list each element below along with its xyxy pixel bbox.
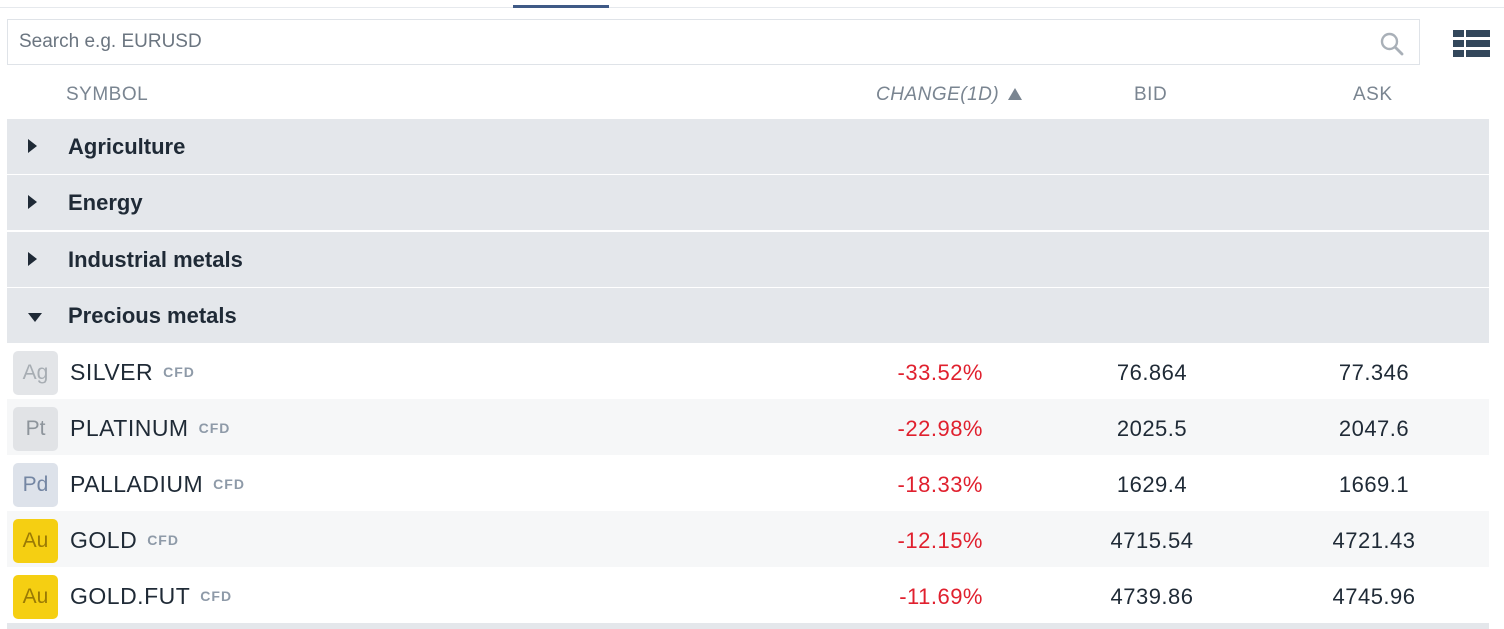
- symbol-name: GOLD.FUT CFD: [70, 583, 232, 610]
- instrument-row-palladium[interactable]: Pd PALLADIUM CFD -18.33% 1629.4 1669.1: [7, 455, 1489, 511]
- symbol-badge: Pd: [13, 463, 58, 507]
- search-input[interactable]: [19, 20, 1359, 64]
- symbol-badge: Au: [13, 575, 58, 619]
- group-label: Agriculture: [68, 134, 186, 159]
- search-icon[interactable]: [1379, 31, 1405, 57]
- symbol-badge: Au: [13, 519, 58, 563]
- group-row-energy[interactable]: Energy: [7, 175, 1489, 230]
- change-value: -33.52%: [897, 360, 983, 385]
- instrument-row-gold-fut[interactable]: Au GOLD.FUT CFD -11.69% 4739.86 4745.96: [7, 567, 1489, 623]
- change-value: -18.33%: [897, 472, 983, 497]
- instrument-row-platinum[interactable]: Pt PLATINUM CFD -22.98% 2025.5 2047.6: [7, 399, 1489, 455]
- column-header-bid[interactable]: BID: [1134, 84, 1167, 106]
- ask-price[interactable]: 77.346: [1274, 360, 1474, 386]
- instrument-type-tag: CFD: [200, 588, 233, 604]
- symbol-label: GOLD: [70, 527, 138, 553]
- change-value: -12.15%: [897, 528, 983, 553]
- chevron-down-icon: [28, 313, 42, 322]
- search-box[interactable]: [7, 19, 1420, 65]
- ask-price[interactable]: 2047.6: [1274, 416, 1474, 442]
- group-row-precious-metals[interactable]: Precious metals: [7, 288, 1489, 343]
- group-row-industrial-metals[interactable]: Industrial metals: [7, 232, 1489, 287]
- symbol-label: SILVER: [70, 359, 154, 385]
- symbol-label: PALLADIUM: [70, 471, 204, 497]
- change-value: -11.69%: [899, 584, 983, 609]
- grid-view-icon[interactable]: [1453, 30, 1490, 57]
- active-tab-indicator: [513, 5, 609, 8]
- instrument-row-silver[interactable]: Ag SILVER CFD -33.52% 76.864 77.346: [7, 343, 1489, 399]
- symbol-name: PLATINUM CFD: [70, 415, 230, 442]
- symbol-name: SILVER CFD: [70, 359, 195, 386]
- top-divider: [0, 7, 1504, 8]
- sort-up-icon[interactable]: [1008, 88, 1022, 100]
- instrument-type-tag: CFD: [163, 364, 195, 380]
- next-group-row-edge: [7, 623, 1489, 629]
- bid-price[interactable]: 1629.4: [1052, 472, 1252, 498]
- bid-price[interactable]: 4715.54: [1052, 528, 1252, 554]
- symbol-name: GOLD CFD: [70, 527, 179, 554]
- chevron-right-icon: [28, 195, 37, 209]
- instrument-type-tag: CFD: [147, 532, 179, 548]
- symbol-name: PALLADIUM CFD: [70, 471, 245, 498]
- instrument-type-tag: CFD: [213, 476, 245, 492]
- bid-price[interactable]: 2025.5: [1052, 416, 1252, 442]
- change-value: -22.98%: [897, 416, 983, 441]
- group-label: Industrial metals: [68, 247, 243, 272]
- ask-price[interactable]: 4745.96: [1274, 584, 1474, 610]
- symbol-badge: Ag: [13, 351, 58, 395]
- group-label: Precious metals: [68, 303, 237, 328]
- symbol-label: GOLD.FUT: [70, 583, 191, 609]
- bid-price[interactable]: 4739.86: [1052, 584, 1252, 610]
- bid-price[interactable]: 76.864: [1052, 360, 1252, 386]
- chevron-right-icon: [28, 139, 37, 153]
- instrument-row-gold[interactable]: Au GOLD CFD -12.15% 4715.54 4721.43: [7, 511, 1489, 567]
- column-header-symbol[interactable]: SYMBOL: [66, 84, 148, 106]
- group-row-agriculture[interactable]: Agriculture: [7, 119, 1489, 174]
- symbol-label: PLATINUM: [70, 415, 189, 441]
- symbol-badge: Pt: [13, 407, 58, 451]
- ask-price[interactable]: 4721.43: [1274, 528, 1474, 554]
- column-header-ask[interactable]: ASK: [1353, 84, 1393, 106]
- ask-price[interactable]: 1669.1: [1274, 472, 1474, 498]
- group-label: Energy: [68, 190, 143, 215]
- instrument-type-tag: CFD: [198, 420, 231, 436]
- chevron-right-icon: [28, 252, 37, 266]
- column-header-change[interactable]: CHANGE(1D): [876, 84, 999, 106]
